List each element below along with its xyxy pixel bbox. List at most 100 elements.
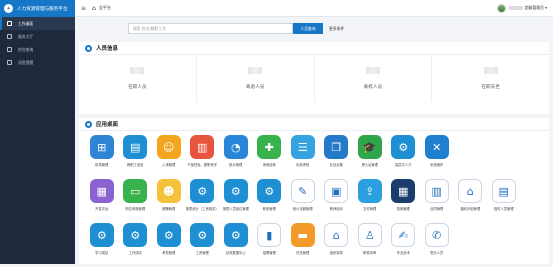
app-tile[interactable]: ▭ 职位申报管理 [119, 179, 153, 223]
app-tile[interactable]: ▦档案管理 [387, 179, 421, 223]
app-tile[interactable]: ✕系统维护 [420, 135, 454, 179]
app-tile[interactable]: ♙职称评审 [353, 223, 387, 267]
gear-icon: ⚙ [257, 179, 281, 203]
section-dot-icon [85, 45, 92, 52]
app-tile[interactable]: ⚙考勤管理 [152, 223, 186, 267]
sidebar-item-service-hall[interactable]: 服务大厅 [0, 30, 75, 43]
menu-toggle-icon[interactable]: ≡ [81, 5, 86, 12]
app-tile[interactable]: ▣教师培训 [320, 179, 354, 223]
blurred-count [366, 67, 380, 74]
app-label: 业绩合集 [330, 162, 343, 167]
people-info-card: 人员信息 在职人员 离退人员 离校人员 在职去世 [79, 42, 549, 114]
app-tile[interactable]: ⚙ 薪资管理 [253, 179, 287, 223]
pie-chart-icon: ◔ [224, 135, 248, 159]
app-tile[interactable]: ✆签约人员 [420, 223, 454, 267]
layout-icon: ▥ [425, 179, 449, 203]
app-label: 师资培养 [263, 162, 276, 167]
graduation-cap-icon: 🎓 [358, 135, 382, 159]
app-tile[interactable]: ⚙学习成绩 [85, 223, 119, 267]
query-icon [7, 47, 12, 52]
app-tile[interactable]: ⊞机构管理 [85, 135, 119, 179]
app-label: 福利补贴管理 [460, 206, 480, 211]
app-desktop-card: 应用桌面 ⊞机构管理▤教职工信息☺入事管理▥干部任免、履职考评◔统计管理✚师资培… [79, 118, 549, 264]
app-label: 薪资管理 [263, 206, 276, 211]
app-label: 职位申报管理 [125, 206, 145, 211]
app-tile[interactable]: ▮招聘管理 [253, 223, 287, 267]
app-tile[interactable]: ⚙绩效数据中心 [219, 223, 253, 267]
app-tile[interactable]: ▥干部任免、履职考评 [186, 135, 220, 179]
app-tile[interactable]: ◔ 统计管理 [219, 135, 253, 179]
app-tile[interactable]: ▤ 临时人员管理 [487, 179, 521, 223]
app-label: 专业技术 [397, 250, 410, 255]
app-tile[interactable]: ✍专业技术 [387, 223, 421, 267]
app-label: 文件管理 [363, 206, 376, 211]
app-tile[interactable]: ⚙报表统计（工资相关） [186, 179, 220, 223]
app-tile[interactable]: ✚师资培养 [253, 135, 287, 179]
app-label: 薪酬管理 [162, 206, 175, 211]
app-tile[interactable]: ⚙工作成绩 [119, 223, 153, 267]
app-tile[interactable]: ☻薪酬管理 [152, 179, 186, 223]
app-tile[interactable]: ⇪文件管理 [353, 179, 387, 223]
more-conditions-button[interactable]: 更多条件 [329, 26, 344, 32]
sidebar-nav: 工作桌面 服务大厅 综合查询 消息提醒 [0, 17, 75, 69]
app-tile[interactable]: ⌂组织架构 [320, 223, 354, 267]
app-tile[interactable]: ✎统计请假管理 [286, 179, 320, 223]
app-tile[interactable]: ⚙高层次人才 [387, 135, 421, 179]
gear-icon: ⚙ [391, 135, 415, 159]
topbar: ≡ ⌂ 全平台 超级管理员 ▾ [75, 0, 553, 17]
app-tile[interactable]: ▤教职工信息 [119, 135, 153, 179]
id-card-icon: ▤ [492, 179, 516, 203]
app-tile[interactable]: ▬任务管理 [286, 223, 320, 267]
grid-icon: ▦ [391, 179, 415, 203]
app-tile[interactable]: ▥ 合同管理 [420, 179, 454, 223]
breadcrumb[interactable]: 全平台 [99, 5, 111, 11]
search-input[interactable] [128, 23, 293, 34]
empty-slot [521, 135, 553, 179]
app-tile[interactable]: ⚙报表人员批位管理 [219, 179, 253, 223]
sidebar-item-desktop[interactable]: 工作桌面 [0, 17, 75, 30]
app-label: 学习成绩 [95, 250, 108, 255]
cart-icon: ▦ [90, 179, 114, 203]
app-tile[interactable]: ☰绩效考核 [286, 135, 320, 179]
monitor-icon: ▭ [123, 179, 147, 203]
stat-active-staff[interactable]: 在职人员 [79, 55, 197, 102]
app-label: 工作成绩 [129, 250, 142, 255]
sidebar-item-query[interactable]: 综合查询 [0, 43, 75, 56]
search-button[interactable]: 人员查询 [293, 23, 323, 34]
app-label: 统计管理 [229, 162, 242, 167]
people-stats: 在职人员 离退人员 离校人员 在职去世 [79, 55, 549, 102]
book-icon: ❐ [324, 135, 348, 159]
user-menu[interactable]: 超级管理员 ▾ [497, 4, 547, 13]
logo-icon: ✦ [4, 4, 13, 13]
app-title: 人力资源管理与服务平台 [17, 6, 68, 12]
stat-deceased-staff[interactable]: 在职去世 [432, 55, 549, 102]
app-tile[interactable]: ☺入事管理 [152, 135, 186, 179]
sidebar-item-label: 综合查询 [18, 47, 33, 53]
app-label: 机构管理 [95, 162, 108, 167]
search-bar: 人员查询 更多条件 [128, 23, 344, 34]
gear-icon: ⚙ [190, 223, 214, 247]
empty-slot [521, 179, 553, 223]
app-tile[interactable]: ⌂福利补贴管理 [454, 179, 488, 223]
home-icon[interactable]: ⌂ [92, 5, 96, 12]
hall-icon [7, 34, 12, 39]
bar-chart-icon: ▮ [257, 223, 281, 247]
username[interactable]: 超级管理员 ▾ [525, 5, 547, 11]
app-tile[interactable]: ▦开发平台 [85, 179, 119, 223]
app-tile[interactable]: ⚙ 工资管理 [186, 223, 220, 267]
stat-departed-staff[interactable]: 离校人员 [315, 55, 433, 102]
mail-icon [7, 60, 12, 65]
app-tile[interactable]: ❐ 业绩合集 [320, 135, 354, 179]
sidebar-item-label: 工作桌面 [18, 21, 33, 27]
app-tile[interactable]: 🎓博士后管理 [353, 135, 387, 179]
avatar[interactable] [497, 4, 506, 13]
app-label: 职称评审 [363, 250, 376, 255]
clipboard-icon: ☰ [291, 135, 315, 159]
gear-icon: ⚙ [224, 179, 248, 203]
app-label: 工资管理 [196, 250, 209, 255]
stat-retired-staff[interactable]: 离退人员 [197, 55, 315, 102]
app-label: 合同管理 [430, 206, 443, 211]
app-label: 临时人员管理 [494, 206, 514, 211]
desktop-icon [7, 21, 12, 26]
sidebar-item-messages[interactable]: 消息提醒 [0, 56, 75, 69]
